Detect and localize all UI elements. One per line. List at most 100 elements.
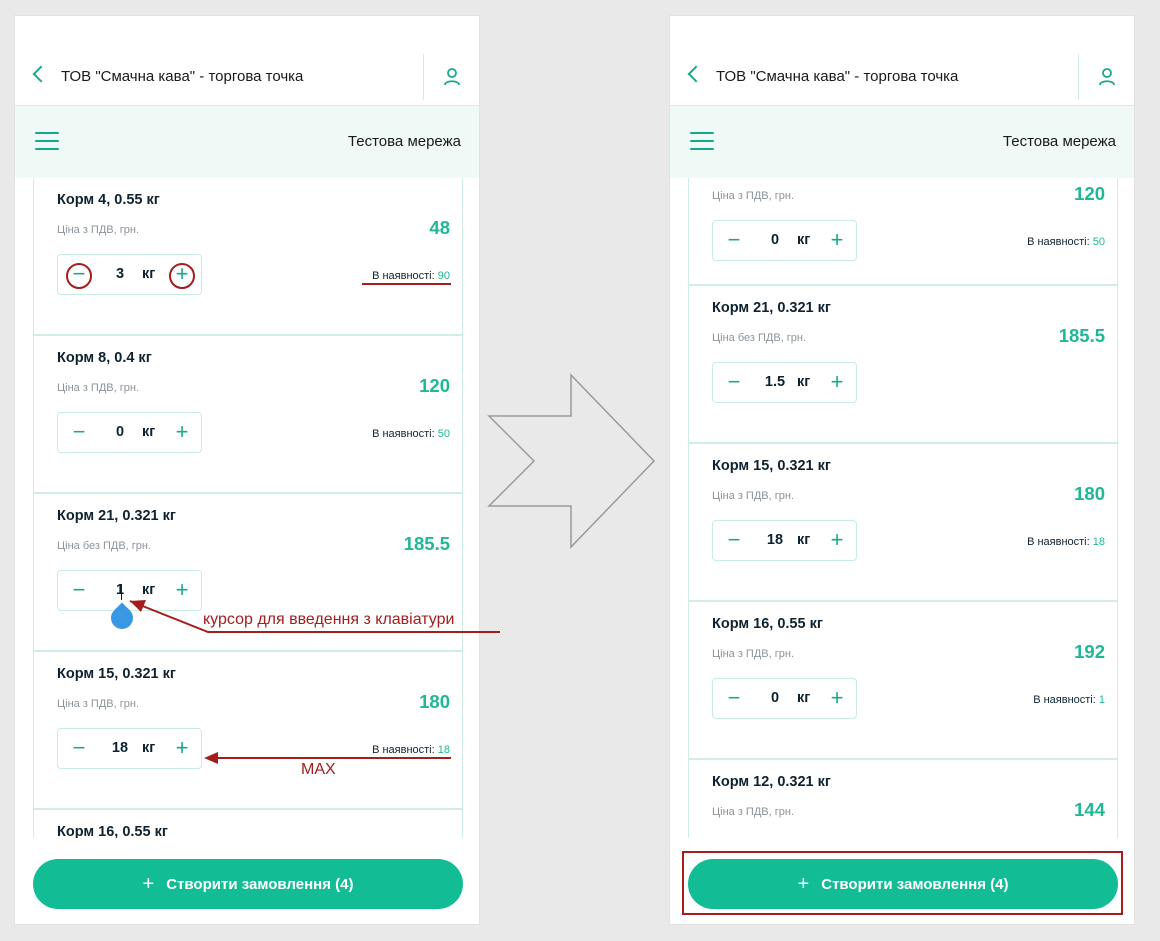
- network-label: Тестова мережа: [1002, 133, 1116, 150]
- stock-value: 50: [1092, 236, 1105, 248]
- quantity-input[interactable]: 0: [98, 424, 142, 440]
- product-price: 185.5: [1058, 325, 1105, 346]
- annotation-arrow: [204, 752, 365, 764]
- create-order-label: Створити замовлення (4): [166, 876, 354, 893]
- product-price: 185.5: [403, 533, 450, 554]
- minus-icon[interactable]: −: [64, 575, 94, 605]
- stock-value: 90: [437, 270, 450, 282]
- cursor-annotation-label: курсор для введення з клавіатури: [203, 611, 455, 628]
- phone-screen-after: ТОВ "Смачна кава" - торгова точка Тестов…: [669, 15, 1135, 925]
- product-name: Корм 16, 0.55 кг: [712, 616, 823, 632]
- store-title: ТОВ "Смачна кава" - торгова точка: [716, 68, 959, 85]
- max-annotation-label: MAX: [301, 761, 336, 778]
- top-bar: ТОВ "Смачна кава" - торгова точка: [670, 16, 1134, 106]
- hamburger-menu-icon[interactable]: [690, 132, 714, 150]
- price-label: Ціна з ПДВ, грн.: [57, 224, 139, 236]
- annotation-underline: [362, 283, 451, 285]
- price-label: Ціна з ПДВ, грн.: [57, 382, 139, 394]
- product-card: Корм 16, 0.55 кг: [34, 810, 462, 838]
- product-name: Корм 4, 0.55 кг: [57, 192, 160, 208]
- quantity-stepper: − 0 кг +: [712, 220, 857, 261]
- product-name: Корм 12, 0.321 кг: [712, 774, 831, 790]
- minus-icon[interactable]: −: [64, 417, 94, 447]
- user-profile-icon[interactable]: [443, 67, 461, 87]
- product-card: Корм 4, 0.55 кг Ціна з ПДВ, грн. 48 − 3 …: [34, 178, 462, 336]
- stock-info: В наявності: 18: [372, 744, 450, 756]
- price-label: Ціна з ПДВ, грн.: [57, 698, 139, 710]
- quantity-stepper: − 0 кг +: [712, 678, 857, 719]
- product-name: Корм 21, 0.321 кг: [712, 300, 831, 316]
- create-order-button[interactable]: + Створити замовлення (4): [688, 859, 1118, 909]
- stock-prefix: В наявності:: [1033, 694, 1096, 706]
- product-name: Корм 8, 0.4 кг: [57, 350, 152, 366]
- unit-label: кг: [142, 740, 156, 756]
- product-card: Ціна з ПДВ, грн. 120 − 0 кг + В наявност…: [689, 178, 1117, 286]
- price-label: Ціна без ПДВ, грн.: [712, 332, 807, 344]
- price-label: Ціна з ПДВ, грн.: [712, 190, 794, 202]
- plus-icon[interactable]: +: [822, 367, 852, 397]
- minus-icon[interactable]: −: [719, 367, 749, 397]
- stock-value: 50: [437, 428, 450, 440]
- back-chevron-icon[interactable]: [687, 65, 705, 83]
- quantity-input[interactable]: 0: [753, 232, 797, 248]
- transition-arrow-icon: [487, 373, 656, 549]
- user-profile-icon[interactable]: [1098, 67, 1116, 87]
- product-list[interactable]: Корм 4, 0.55 кг Ціна з ПДВ, грн. 48 − 3 …: [33, 178, 463, 838]
- product-list[interactable]: Ціна з ПДВ, грн. 120 − 0 кг + В наявност…: [688, 178, 1118, 838]
- product-price: 120: [1074, 183, 1105, 204]
- minus-icon[interactable]: −: [719, 225, 749, 255]
- store-title: ТОВ "Смачна кава" - торгова точка: [61, 68, 304, 85]
- product-name: Корм 15, 0.321 кг: [57, 666, 176, 682]
- annotation-underline: [362, 757, 451, 759]
- create-order-label: Створити замовлення (4): [821, 876, 1009, 893]
- product-card: Корм 15, 0.321 кг Ціна з ПДВ, грн. 180 −…: [689, 444, 1117, 602]
- plus-icon[interactable]: +: [167, 417, 197, 447]
- unit-label: кг: [797, 532, 811, 548]
- create-order-button[interactable]: + Створити замовлення (4): [33, 859, 463, 909]
- stock-info: В наявності: 50: [372, 428, 450, 440]
- plus-icon: +: [142, 873, 155, 895]
- stock-value: 18: [1092, 536, 1105, 548]
- stock-prefix: В наявності:: [1027, 536, 1090, 548]
- stock-info: В наявності: 1: [1033, 694, 1105, 706]
- hamburger-menu-icon[interactable]: [35, 132, 59, 150]
- plus-icon: +: [797, 873, 810, 895]
- plus-icon[interactable]: +: [167, 733, 197, 763]
- price-label: Ціна з ПДВ, грн.: [712, 490, 794, 502]
- quantity-input[interactable]: 3: [98, 266, 142, 282]
- quantity-input[interactable]: 0: [753, 690, 797, 706]
- unit-label: кг: [142, 424, 156, 440]
- stock-prefix: В наявності:: [1027, 236, 1090, 248]
- back-chevron-icon[interactable]: [32, 65, 50, 83]
- product-name: Корм 21, 0.321 кг: [57, 508, 176, 524]
- annotation-circle: [169, 263, 195, 289]
- quantity-input[interactable]: 18: [753, 532, 797, 548]
- product-name: Корм 16, 0.55 кг: [57, 824, 168, 838]
- unit-label: кг: [142, 266, 156, 282]
- header-divider: [1078, 54, 1079, 100]
- header-divider: [423, 54, 424, 100]
- text-cursor: [121, 584, 122, 600]
- stock-value: 18: [437, 744, 450, 756]
- product-name: Корм 15, 0.321 кг: [712, 458, 831, 474]
- network-label: Тестова мережа: [347, 133, 461, 150]
- plus-icon[interactable]: +: [822, 225, 852, 255]
- stock-info: В наявності: 90: [372, 270, 450, 282]
- unit-label: кг: [797, 690, 811, 706]
- price-label: Ціна з ПДВ, грн.: [712, 648, 794, 660]
- minus-icon[interactable]: −: [719, 525, 749, 555]
- minus-icon[interactable]: −: [719, 683, 749, 713]
- stock-info: В наявності: 18: [1027, 536, 1105, 548]
- plus-icon[interactable]: +: [822, 683, 852, 713]
- stock-info: В наявності: 50: [1027, 236, 1105, 248]
- quantity-input[interactable]: 1.5: [753, 374, 797, 390]
- minus-icon[interactable]: −: [64, 733, 94, 763]
- phone-screen-before: ТОВ "Смачна кава" - торгова точка Тестов…: [14, 15, 480, 925]
- plus-icon[interactable]: +: [822, 525, 852, 555]
- product-price: 120: [419, 375, 450, 396]
- stock-prefix: В наявності:: [372, 428, 435, 440]
- quantity-input[interactable]: 18: [98, 740, 142, 756]
- product-card: Корм 12, 0.321 кг Ціна з ПДВ, грн. 144: [689, 760, 1117, 838]
- quantity-stepper: − 18 кг +: [712, 520, 857, 561]
- product-card: Корм 8, 0.4 кг Ціна з ПДВ, грн. 120 − 0 …: [34, 336, 462, 494]
